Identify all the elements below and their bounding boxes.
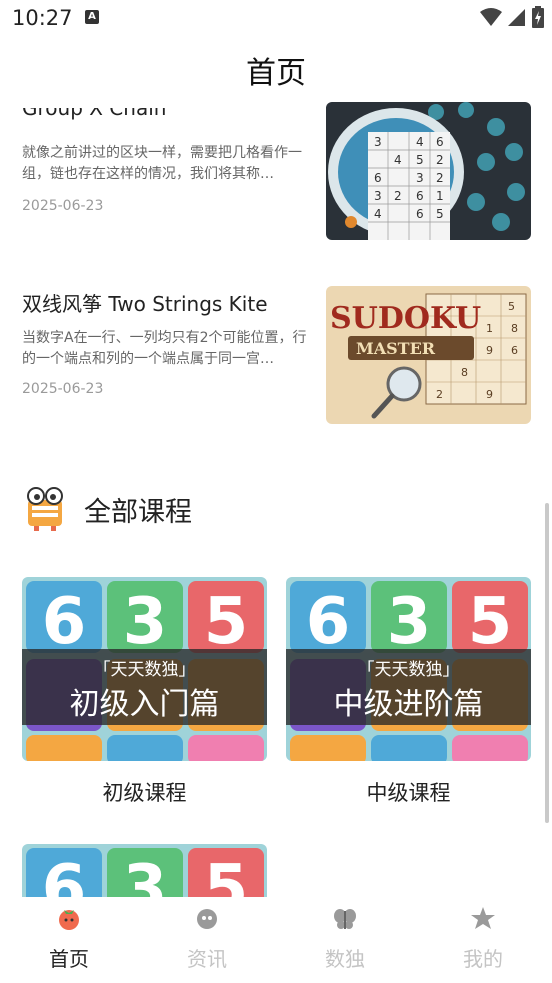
section-title: 全部课程 bbox=[84, 496, 192, 528]
course-card-advanced[interactable]: 6 3 5 bbox=[22, 844, 267, 897]
svg-text:3: 3 bbox=[123, 852, 168, 897]
battery-icon bbox=[532, 6, 544, 28]
article-date: 2025-06-23 bbox=[22, 381, 104, 397]
page-title: 首页 bbox=[246, 56, 306, 91]
svg-text:6: 6 bbox=[436, 135, 444, 149]
course-label: 中级课程 bbox=[366, 781, 451, 805]
tab-home[interactable]: 首页 bbox=[0, 905, 138, 972]
svg-text:3: 3 bbox=[123, 585, 168, 659]
svg-text:9: 9 bbox=[486, 388, 493, 401]
status-bar: 10:27 A bbox=[0, 0, 552, 36]
svg-text:8: 8 bbox=[511, 322, 518, 335]
svg-text:4: 4 bbox=[394, 153, 402, 167]
svg-text:3: 3 bbox=[416, 171, 424, 185]
course-banner-subtitle: 「天天数独」 bbox=[93, 660, 196, 680]
svg-text:6: 6 bbox=[306, 585, 351, 659]
svg-text:3: 3 bbox=[387, 585, 432, 659]
svg-text:6: 6 bbox=[416, 207, 424, 221]
svg-text:5: 5 bbox=[204, 585, 249, 659]
svg-text:4: 4 bbox=[374, 207, 382, 221]
sudoku-logo-text: SUDOKU bbox=[330, 301, 481, 336]
article-date: 2025-06-23 bbox=[22, 198, 104, 214]
tab-label: 首页 bbox=[49, 947, 89, 971]
tab-label: 我的 bbox=[463, 947, 503, 971]
course-card-beginner[interactable]: 6 3 5 「天天数独」 初级入门篇 初级课程 bbox=[22, 577, 267, 807]
article-thumbnail: 346 452 632 3261 465 bbox=[326, 102, 531, 240]
article-card-two-strings-kite[interactable]: 双线风筝 Two Strings Kite 当数字A在一行、一列均只有2个可能位… bbox=[0, 286, 552, 436]
tab-label: 资讯 bbox=[187, 947, 227, 971]
article-desc: 就像之前讲过的区块一样，需要把几格看作一组，链也存在这样的情况，我们将其称… bbox=[22, 145, 302, 182]
course-banner: 6 3 5 「天天数独」 中级进阶篇 bbox=[286, 577, 531, 761]
svg-text:5: 5 bbox=[204, 852, 249, 897]
article-title: 双线风筝 Two Strings Kite bbox=[22, 292, 268, 316]
system-icons bbox=[480, 6, 544, 28]
svg-text:9: 9 bbox=[486, 344, 493, 357]
course-card-intermediate[interactable]: 6 3 5 「天天数独」 中级进阶篇 中级课程 bbox=[286, 577, 531, 807]
butterfly-icon bbox=[334, 909, 356, 929]
svg-text:4: 4 bbox=[416, 135, 424, 149]
svg-text:2: 2 bbox=[394, 189, 402, 203]
svg-text:8: 8 bbox=[461, 366, 468, 379]
status-time: 10:27 bbox=[12, 6, 73, 30]
svg-text:5: 5 bbox=[468, 585, 513, 659]
course-banner-title: 初级入门篇 bbox=[69, 687, 220, 722]
svg-text:2: 2 bbox=[436, 171, 444, 185]
news-icon bbox=[197, 909, 217, 929]
home-scroll-content[interactable]: Group X Chain 就像之前讲过的区块一样，需要把几格看作一组，链也存在… bbox=[0, 100, 552, 897]
course-banner: 6 3 5 bbox=[22, 844, 267, 897]
article-card-group-x-chain[interactable]: Group X Chain 就像之前讲过的区块一样，需要把几格看作一组，链也存在… bbox=[0, 100, 552, 250]
svg-text:5: 5 bbox=[416, 153, 424, 167]
bottom-tab-bar: 首页 资讯 数独 我的 bbox=[0, 897, 552, 983]
scrollbar[interactable] bbox=[545, 503, 549, 823]
tab-me[interactable]: 我的 bbox=[414, 905, 552, 972]
tomato-icon bbox=[59, 910, 79, 930]
tab-sudoku[interactable]: 数独 bbox=[276, 905, 414, 972]
article-thumbnail: 5 1 8 9 6 8 2 9 SUDOKU MASTER bbox=[326, 286, 531, 424]
article-desc: 当数字A在一行、一列均只有2个可能位置，行的一个端点和列的一个端点属于同一宫… bbox=[22, 330, 307, 367]
star-icon bbox=[471, 907, 495, 929]
course-banner-title: 中级进阶篇 bbox=[333, 687, 484, 722]
tab-label: 数独 bbox=[325, 947, 365, 971]
robot-mascot-icon bbox=[27, 487, 63, 531]
course-label: 初级课程 bbox=[102, 781, 187, 805]
svg-text:6: 6 bbox=[416, 189, 424, 203]
svg-text:6: 6 bbox=[42, 585, 87, 659]
signal-icon bbox=[508, 9, 525, 26]
top-app-bar: 首页 bbox=[0, 36, 552, 100]
courses-section-header: 全部课程 bbox=[22, 484, 192, 534]
svg-text:5: 5 bbox=[508, 300, 515, 313]
svg-text:1: 1 bbox=[436, 189, 444, 203]
svg-text:6: 6 bbox=[511, 344, 518, 357]
svg-text:2: 2 bbox=[436, 153, 444, 167]
svg-text:5: 5 bbox=[436, 207, 444, 221]
master-logo-text: MASTER bbox=[356, 339, 436, 358]
tab-news[interactable]: 资讯 bbox=[138, 905, 276, 972]
course-banner: 6 3 5 「天天数独」 初级入门篇 bbox=[22, 577, 267, 761]
svg-text:3: 3 bbox=[374, 135, 382, 149]
svg-text:6: 6 bbox=[374, 171, 382, 185]
svg-text:6: 6 bbox=[42, 852, 87, 897]
wifi-icon bbox=[480, 8, 502, 26]
course-banner-subtitle: 「天天数独」 bbox=[357, 660, 460, 680]
svg-text:3: 3 bbox=[374, 189, 382, 203]
svg-text:1: 1 bbox=[486, 322, 493, 335]
article-title: Group X Chain bbox=[22, 100, 167, 120]
svg-text:2: 2 bbox=[436, 388, 443, 401]
notification-a-icon: A bbox=[85, 10, 99, 24]
